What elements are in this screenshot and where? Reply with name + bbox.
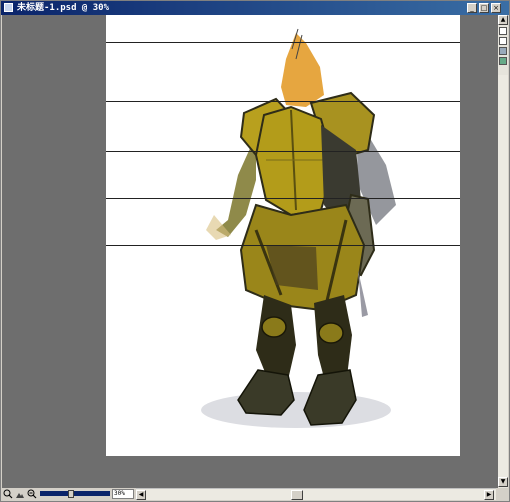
head-hair <box>281 33 324 107</box>
ground-shadow <box>201 392 391 428</box>
vertical-scroll-track[interactable] <box>498 75 508 479</box>
guide-line[interactable] <box>106 151 460 152</box>
guide-line[interactable] <box>106 101 460 102</box>
zoom-out-icon[interactable] <box>3 489 13 499</box>
minimize-button[interactable]: _ <box>467 3 477 13</box>
maximize-button[interactable]: □ <box>479 3 489 13</box>
guide-line[interactable] <box>106 198 460 199</box>
zoom-slider[interactable] <box>40 491 110 496</box>
guide-line[interactable] <box>106 245 460 246</box>
title-bar[interactable]: 未标题-1.psd @ 30% _ □ × <box>1 1 509 15</box>
photoshop-document-window: 未标题-1.psd @ 30% _ □ × ▲ ▼ 30% ◀ ▶ <box>0 0 510 502</box>
navigator-icon[interactable] <box>499 27 507 35</box>
scroll-up-arrow[interactable]: ▲ <box>498 15 508 25</box>
document-canvas[interactable] <box>106 15 460 456</box>
channel-icon[interactable] <box>499 57 507 65</box>
status-bar: 30% ◀ ▶ <box>2 488 508 500</box>
window-title: 未标题-1.psd @ 30% <box>17 3 110 13</box>
horizontal-scroll-thumb[interactable] <box>291 490 303 500</box>
knight-artwork <box>201 28 396 428</box>
mountain-small-icon[interactable] <box>15 489 25 499</box>
scroll-down-arrow[interactable]: ▼ <box>498 477 508 487</box>
canvas-area[interactable] <box>2 15 499 489</box>
horizontal-scrollbar[interactable]: ◀ ▶ <box>136 488 496 500</box>
zoom-input[interactable]: 30% <box>112 489 134 499</box>
layers-icon[interactable] <box>499 47 507 55</box>
scroll-left-arrow[interactable]: ◀ <box>136 490 146 500</box>
vertical-scrollbar[interactable]: ▲ ▼ <box>498 15 508 489</box>
zoom-in-icon[interactable] <box>27 489 37 499</box>
scroll-right-arrow[interactable]: ▶ <box>484 490 494 500</box>
document-icon <box>4 3 13 12</box>
zoom-slider-thumb[interactable] <box>68 490 74 498</box>
grid-icon[interactable] <box>499 37 507 45</box>
guide-line[interactable] <box>106 42 460 43</box>
close-button[interactable]: × <box>491 3 501 13</box>
